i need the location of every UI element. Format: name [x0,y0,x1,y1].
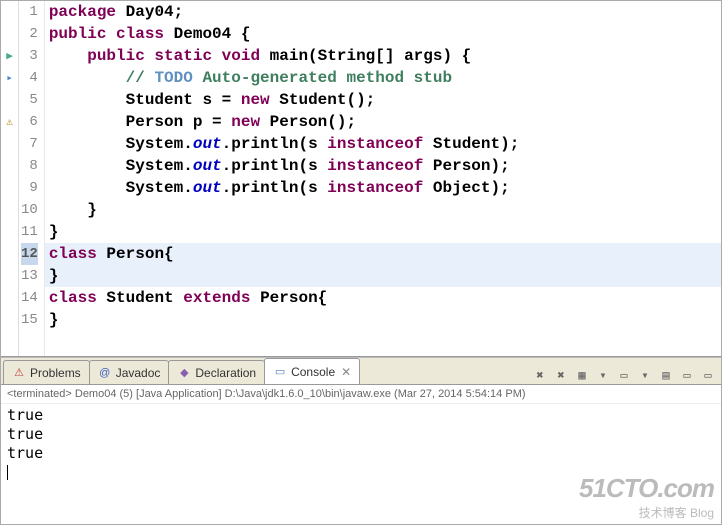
line-number: 4 [21,67,38,89]
gutter-marker [1,221,18,243]
toolbar-button-8[interactable]: ▭ [699,366,717,384]
console-output[interactable]: truetruetrue [1,404,721,484]
toolbar-button-4[interactable]: ▭ [615,366,633,384]
gutter-marker [1,1,18,23]
close-icon[interactable]: ✕ [341,365,351,379]
line-number: 15 [21,309,38,331]
console-cursor-line [7,463,715,482]
line-number: 7 [21,133,38,155]
gutter-annotation-column: ▶▸ ⚠ [1,1,19,356]
code-line[interactable]: Person p = new Person(); [45,111,721,133]
console-line: true [7,444,715,463]
line-number: 8 [21,155,38,177]
console-line: true [7,406,715,425]
toolbar-button-5[interactable]: ▾ [636,366,654,384]
gutter-marker [1,199,18,221]
toolbar-button-1[interactable]: ✖ [552,366,570,384]
console-status-line: <terminated> Demo04 (5) [Java Applicatio… [1,385,721,404]
gutter-marker [1,23,18,45]
line-number: 13 [21,265,38,287]
code-line[interactable]: // TODO Auto-generated method stub [45,67,721,89]
toolbar-button-6[interactable]: ▤ [657,366,675,384]
watermark-sub: 技术博客 Blog [579,504,714,521]
code-editor[interactable]: ▶▸⚠ 123456789101112131415 package Day04;… [1,1,721,357]
gutter-marker [1,89,18,111]
gutter-marker [1,133,18,155]
code-line[interactable]: } [45,221,721,243]
code-area[interactable]: package Day04;public class Demo04 { publ… [45,1,721,356]
line-number: 3 [21,45,38,67]
console-icon: ▭ [273,365,287,379]
code-line[interactable]: public static void main(String[] args) { [45,45,721,67]
code-line[interactable]: class Student extends Person{ [45,287,721,309]
tab-problems[interactable]: ⚠ Problems [3,360,90,384]
tab-label: Problems [30,366,81,380]
code-line[interactable]: public class Demo04 { [45,23,721,45]
toolbar-button-2[interactable]: ▦ [573,366,591,384]
tab-label: Declaration [195,366,256,380]
line-number: 5 [21,89,38,111]
line-number: 11 [21,221,38,243]
tab-label: Console [291,365,335,379]
line-number: 12 [21,243,38,265]
gutter-marker [1,287,18,309]
gutter-marker [1,309,18,331]
code-line[interactable]: System.out.println(s instanceof Person); [45,155,721,177]
declaration-icon: ◆ [177,366,191,380]
todo-marker-icon: ▸ [1,67,18,89]
line-number: 10 [21,199,38,221]
gutter-marker [1,265,18,287]
tab-label: Javadoc [116,366,161,380]
run-marker-icon: ▶ [1,45,18,67]
code-line[interactable]: } [45,199,721,221]
text-cursor [7,465,8,480]
toolbar-button-3[interactable]: ▾ [594,366,612,384]
tab-javadoc[interactable]: @ Javadoc [89,360,170,384]
line-number: 9 [21,177,38,199]
code-line[interactable]: class Person{ [45,243,721,265]
warning-icon: ⚠ [1,111,18,133]
gutter-marker [1,243,18,265]
toolbar-button-7[interactable]: ▭ [678,366,696,384]
line-number: 14 [21,287,38,309]
tab-console[interactable]: ▭ Console ✕ [264,358,360,384]
gutter-marker [1,155,18,177]
line-number: 6 [21,111,38,133]
gutter-marker [1,177,18,199]
code-line[interactable]: package Day04; [45,1,721,23]
line-number: 2 [21,23,38,45]
console-toolbar: ✖✖▦▾▭▾▤▭▭ [531,366,721,384]
views-tabbar: ⚠ Problems @ Javadoc ◆ Declaration ▭ Console ✕ ✖✖… [1,357,721,385]
code-line[interactable]: Student s = new Student(); [45,89,721,111]
toolbar-button-0[interactable]: ✖ [531,366,549,384]
line-number-column: 123456789101112131415 [19,1,45,356]
javadoc-icon: @ [98,366,112,380]
console-line: true [7,425,715,444]
code-line[interactable]: System.out.println(s instanceof Student)… [45,133,721,155]
code-line[interactable]: } [45,309,721,331]
code-line[interactable]: } [45,265,721,287]
line-number: 1 [21,1,38,23]
tab-declaration[interactable]: ◆ Declaration [168,360,265,384]
code-line[interactable]: System.out.println(s instanceof Object); [45,177,721,199]
problems-icon: ⚠ [12,366,26,380]
